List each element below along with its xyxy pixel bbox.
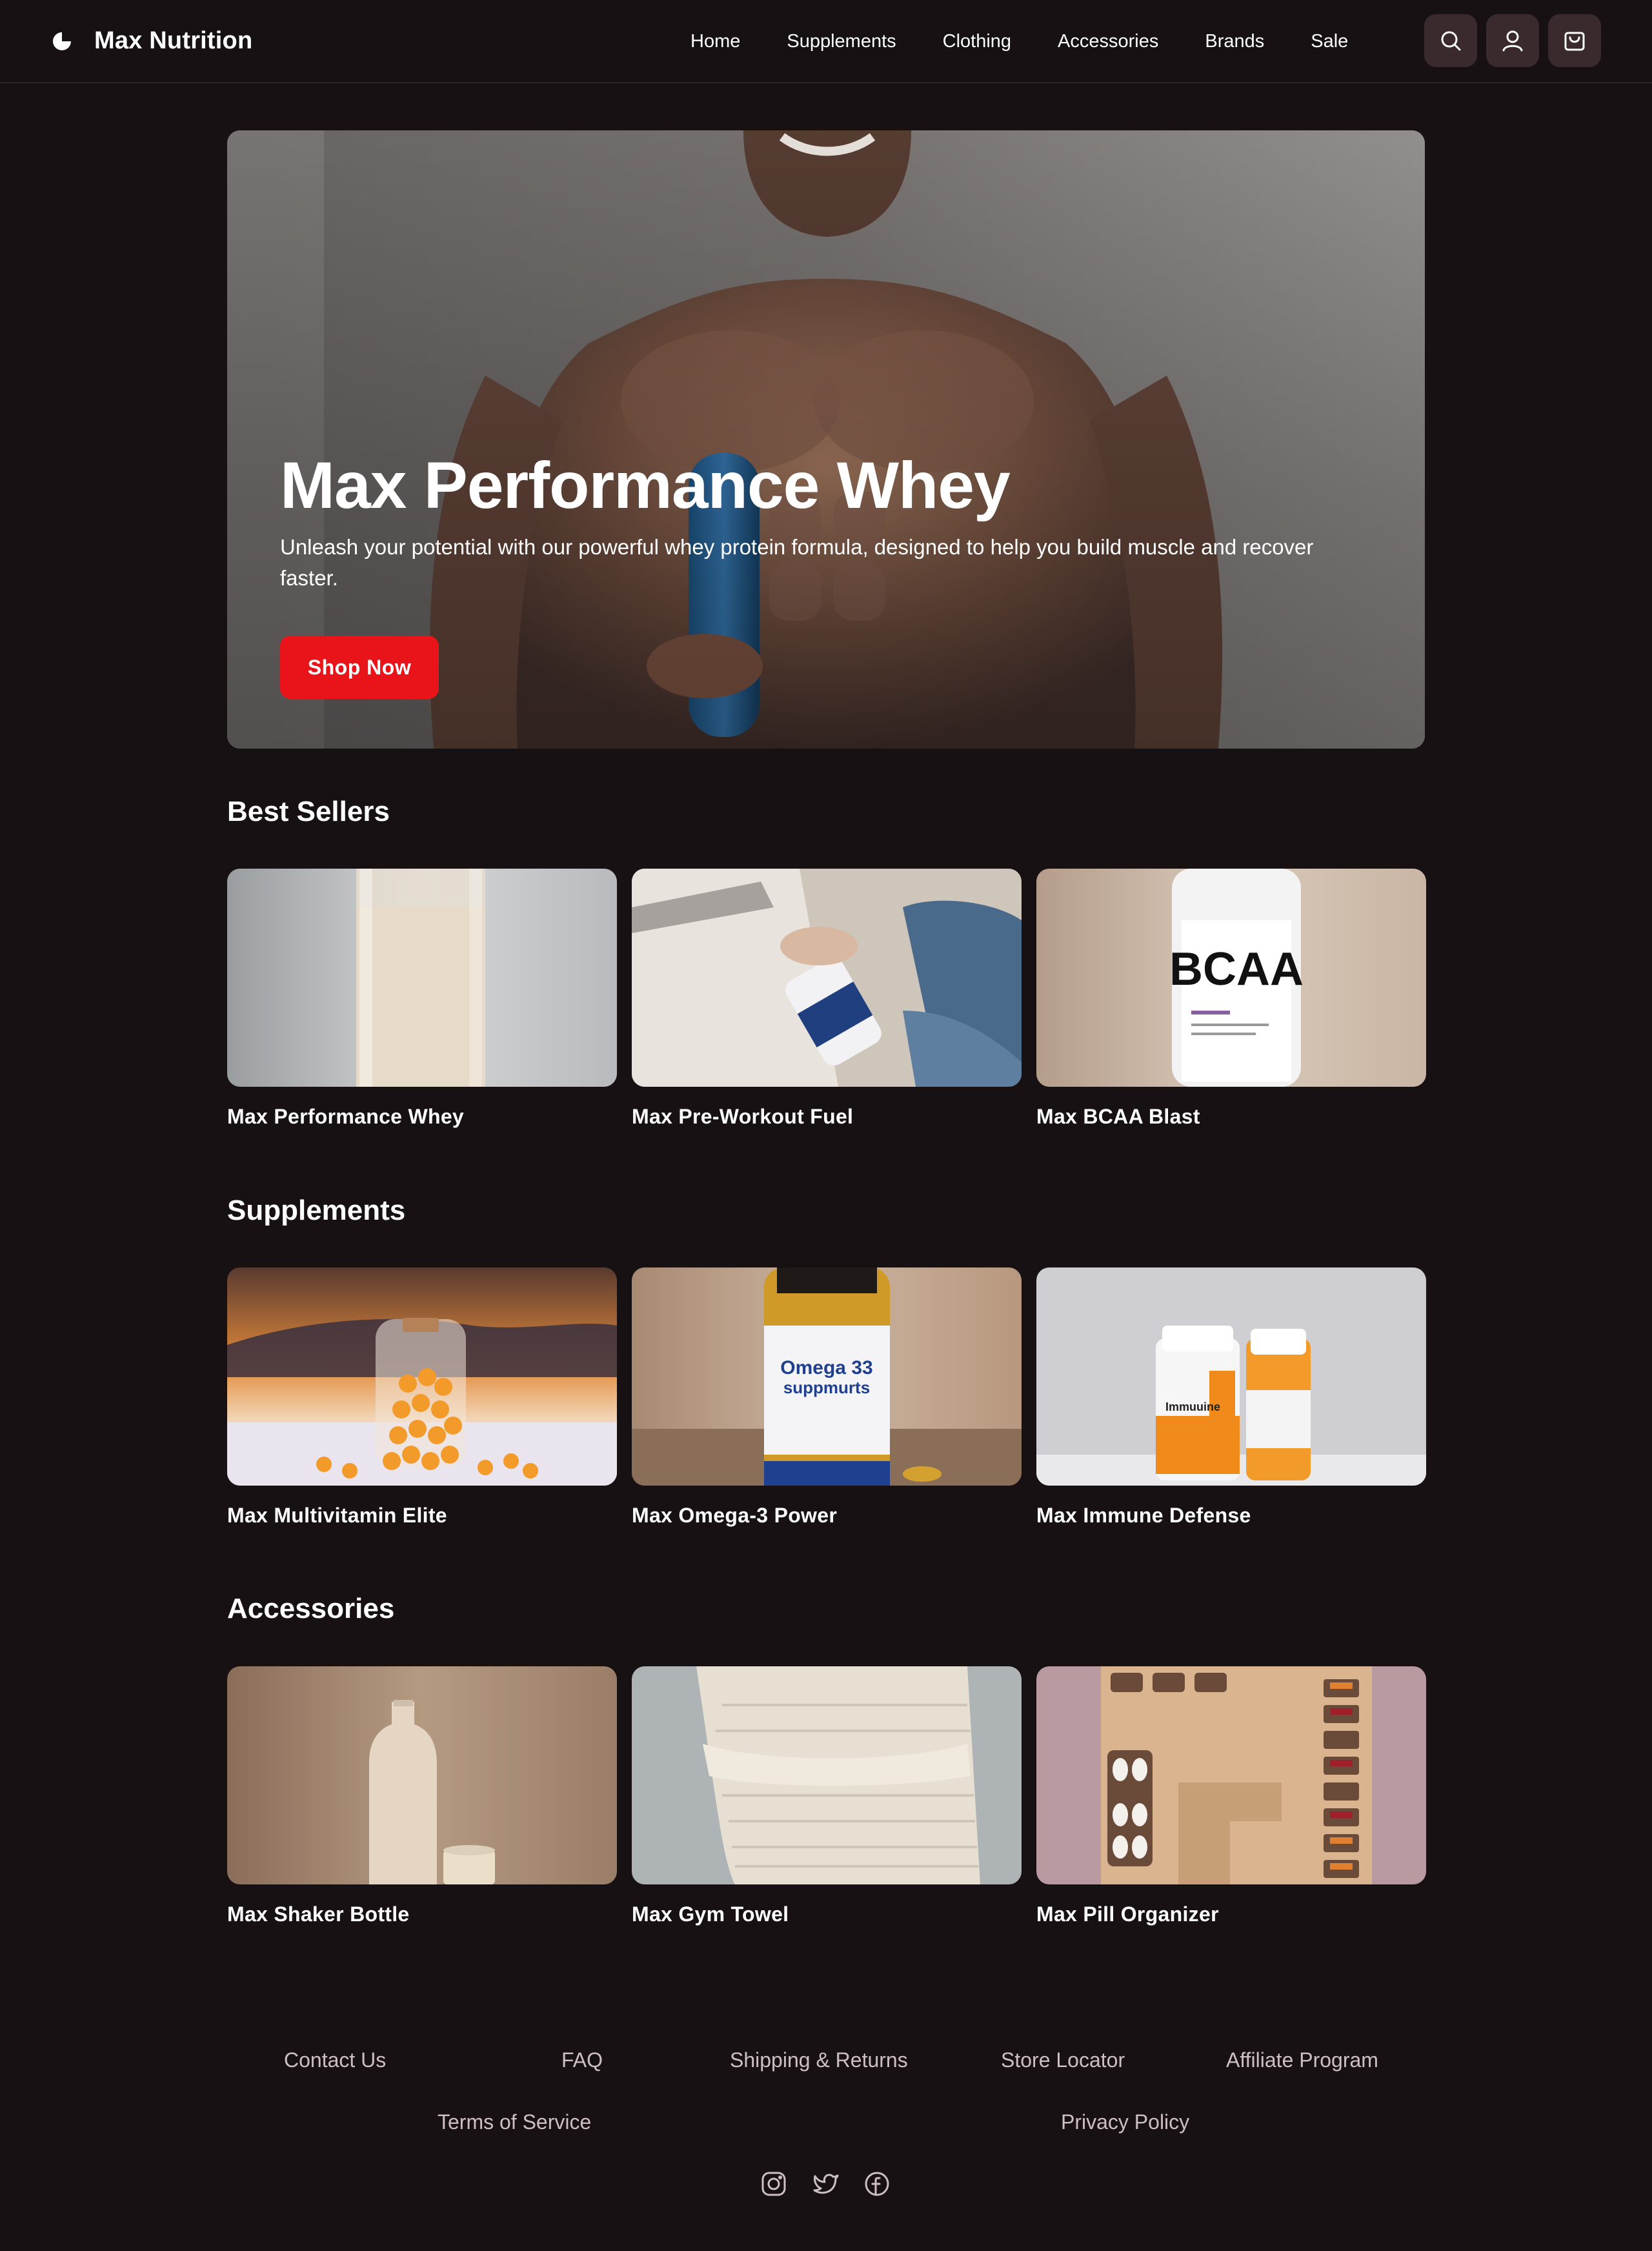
- product-card[interactable]: Max Pre-Workout Fuel: [632, 869, 1022, 1129]
- product-card[interactable]: Max Multivitamin Elite: [227, 1267, 617, 1528]
- product-name: Max Performance Whey: [227, 1105, 465, 1128]
- twitter-link[interactable]: [812, 2170, 840, 2198]
- product-image: [227, 1666, 617, 1884]
- product-card[interactable]: BCAA Max BCAA Blast: [1036, 869, 1426, 1129]
- bcaa-label: BCAA: [1169, 944, 1304, 995]
- section-title-supplements: Supplements: [227, 1195, 406, 1226]
- brand-logo[interactable]: Max Nutrition: [52, 27, 252, 55]
- hero-title: Max Performance Whey: [280, 449, 1011, 522]
- hero-subtitle: Unleash your potential with our powerful…: [280, 535, 1314, 590]
- product-card[interactable]: Max Performance Whey: [227, 869, 617, 1129]
- footer-link-terms[interactable]: Terms of Service: [438, 2110, 591, 2134]
- immune-label: Immuuine: [1165, 1400, 1220, 1413]
- section-title-best-sellers: Best Sellers: [227, 796, 390, 827]
- user-icon: [1502, 30, 1523, 52]
- product-image: BCAA: [1036, 869, 1426, 1087]
- nav-clothing[interactable]: Clothing: [943, 28, 1011, 54]
- footer-link-affiliate[interactable]: Affiliate Program: [1226, 2048, 1378, 2072]
- instagram-link[interactable]: [760, 2170, 788, 2198]
- product-image: [632, 869, 1022, 1087]
- omega-label-2: suppmurts: [783, 1378, 870, 1397]
- nav-sale[interactable]: Sale: [1311, 28, 1348, 54]
- product-name: Max Shaker Bottle: [227, 1903, 410, 1926]
- instagram-icon: [761, 2172, 786, 2196]
- facebook-link[interactable]: [863, 2170, 891, 2198]
- search-button[interactable]: [1424, 14, 1477, 67]
- product-name: Max BCAA Blast: [1036, 1105, 1200, 1128]
- search-icon: [1441, 31, 1461, 51]
- omega-label: Omega 33: [780, 1357, 872, 1378]
- cart-icon: [1564, 32, 1585, 51]
- product-card[interactable]: Omega 33 suppmurts Max Omega-3 Power: [632, 1267, 1022, 1528]
- section-title-accessories: Accessories: [227, 1593, 395, 1624]
- product-image: [632, 1666, 1022, 1884]
- nav-brands[interactable]: Brands: [1205, 28, 1264, 54]
- product-image: [1036, 1666, 1426, 1884]
- product-card[interactable]: Max Gym Towel: [632, 1666, 1022, 1926]
- footer-link-store-locator[interactable]: Store Locator: [1001, 2048, 1125, 2072]
- cart-button[interactable]: [1548, 14, 1601, 67]
- logo-icon: [53, 32, 71, 50]
- footer-link-contact[interactable]: Contact Us: [284, 2048, 386, 2072]
- footer-link-privacy[interactable]: Privacy Policy: [1061, 2110, 1189, 2134]
- main-nav: Home Supplements Clothing Accessories Br…: [690, 28, 1348, 54]
- product-image: [227, 1267, 617, 1486]
- product-name: Max Pill Organizer: [1036, 1903, 1219, 1926]
- product-name: Max Pre-Workout Fuel: [632, 1105, 854, 1128]
- product-card[interactable]: Max Shaker Bottle: [227, 1666, 617, 1926]
- facebook-icon: [865, 2172, 889, 2196]
- product-name: Max Multivitamin Elite: [227, 1504, 447, 1527]
- product-name: Max Gym Towel: [632, 1903, 789, 1926]
- product-name: Max Omega-3 Power: [632, 1504, 838, 1527]
- footer-link-shipping[interactable]: Shipping & Returns: [730, 2048, 908, 2072]
- nav-supplements[interactable]: Supplements: [787, 28, 896, 54]
- nav-home[interactable]: Home: [690, 28, 740, 54]
- footer-link-faq[interactable]: FAQ: [561, 2048, 603, 2072]
- hero-banner: Max Performance Whey Unleash your potent…: [227, 130, 1425, 749]
- product-card[interactable]: Immuuine Max Immune Defense: [1036, 1267, 1426, 1528]
- shop-now-button[interactable]: Shop Now: [280, 636, 439, 699]
- site-header: Max Nutrition Home Supplements Clothing …: [0, 0, 1652, 83]
- product-image: [227, 869, 617, 1087]
- product-image: Omega 33 suppmurts: [632, 1267, 1022, 1486]
- brand-name: Max Nutrition: [94, 27, 253, 54]
- twitter-icon: [813, 2174, 839, 2194]
- product-image: Immuuine: [1036, 1267, 1426, 1486]
- nav-accessories[interactable]: Accessories: [1058, 28, 1158, 54]
- product-name: Max Immune Defense: [1036, 1504, 1251, 1527]
- product-card[interactable]: Max Pill Organizer: [1036, 1666, 1426, 1926]
- account-button[interactable]: [1486, 14, 1539, 67]
